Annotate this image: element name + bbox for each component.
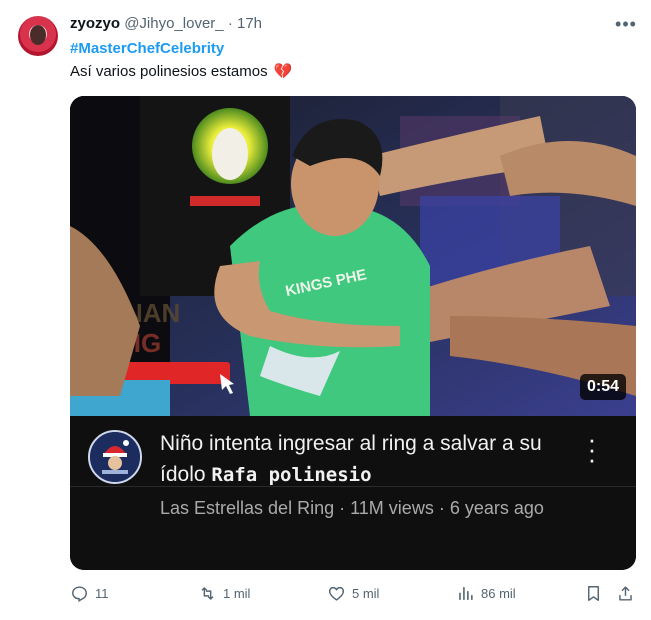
bookmark-button[interactable] xyxy=(584,584,609,603)
hashtag-link[interactable]: #MasterChefCelebrity xyxy=(70,40,224,57)
meta-dot: · xyxy=(438,498,445,518)
tweet-actions: 11 1 mil 5 mil 86 mil xyxy=(70,584,640,608)
meta-dot: · xyxy=(339,498,346,518)
video-title[interactable]: Niño intenta ingresar al ring a salvar a… xyxy=(160,428,580,491)
upload-age: 6 years ago xyxy=(449,498,544,518)
channel-logo-icon xyxy=(90,432,140,482)
view-count-tweet: 86 mil xyxy=(481,586,516,601)
like-count: 5 mil xyxy=(352,586,380,601)
reply-button[interactable]: 11 xyxy=(70,584,109,603)
views-chart-icon xyxy=(459,587,473,600)
dot-separator: · xyxy=(227,15,233,32)
tweet-body: Así varios polinesios estamos xyxy=(70,63,268,80)
tweet-text: Así varios polinesios estamos 💔 xyxy=(70,62,292,80)
video-meta: Las Estrellas del Ring · 11M views · 6 y… xyxy=(160,496,590,520)
repost-count: 1 mil xyxy=(223,586,251,601)
video-card[interactable]: KONAN BIG KINGS PHE 0:54 xyxy=(70,96,636,570)
reply-count: 11 xyxy=(95,586,109,601)
user-handle[interactable]: @Jihyo_lover_ xyxy=(124,15,223,32)
video-title-bold: Rafa polinesio xyxy=(211,464,372,486)
broken-heart-emoji: 💔 xyxy=(273,63,293,80)
share-icon xyxy=(619,586,632,601)
share-button[interactable] xyxy=(616,584,641,603)
like-button[interactable]: 5 mil xyxy=(327,584,379,603)
video-more-icon[interactable]: · · · xyxy=(582,426,602,472)
channel-name[interactable]: Las Estrellas del Ring xyxy=(160,498,334,518)
divider xyxy=(70,486,636,487)
repost-button[interactable]: 1 mil xyxy=(198,584,250,603)
video-thumbnail[interactable]: KONAN BIG KINGS PHE 0:54 xyxy=(70,96,636,416)
user-avatar[interactable] xyxy=(18,16,58,56)
repost-icon xyxy=(201,587,214,600)
display-name[interactable]: zyozyo xyxy=(70,15,120,32)
youtube-info-bar: Niño intenta ingresar al ring a salvar a… xyxy=(70,416,636,570)
video-scene: KONAN BIG KINGS PHE xyxy=(70,96,636,416)
video-duration: 0:54 xyxy=(579,374,626,400)
view-count: 11M views xyxy=(350,498,434,518)
reply-icon xyxy=(72,586,87,603)
bookmark-icon xyxy=(588,586,599,601)
channel-avatar[interactable] xyxy=(88,430,142,484)
heart-icon xyxy=(328,586,345,601)
views-button[interactable]: 86 mil xyxy=(456,584,516,603)
tweet-header: zyozyo @Jihyo_lover_ · 17h xyxy=(70,15,262,32)
more-options-icon[interactable]: ••• xyxy=(612,12,640,36)
tweet-time[interactable]: 17h xyxy=(237,15,262,32)
